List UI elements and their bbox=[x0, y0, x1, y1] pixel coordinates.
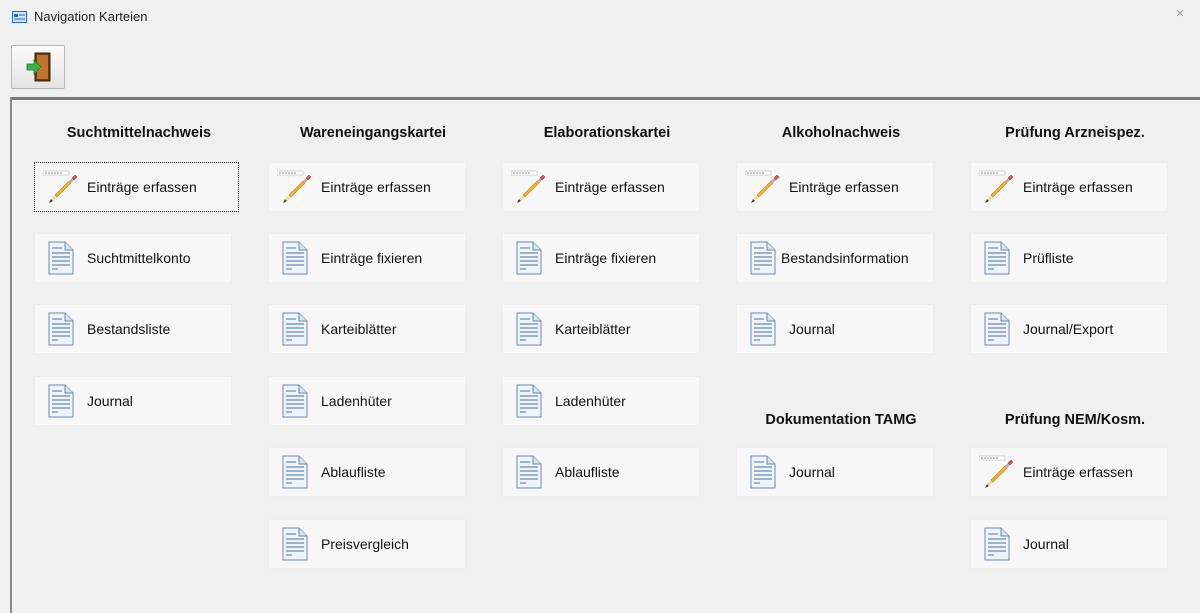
suchtmittel-eintraege-erfassen-button[interactable]: Einträge erfassen bbox=[34, 162, 239, 212]
alkohol-eintraege-erfassen-button[interactable]: Einträge erfassen bbox=[736, 162, 934, 212]
item-label: Einträge erfassen bbox=[789, 179, 899, 195]
item-label: Preisvergleich bbox=[321, 536, 409, 552]
suchtmittel-bestandsliste-button[interactable]: Bestandsliste bbox=[34, 304, 232, 354]
column-title: Prüfung Arzneispez. bbox=[1005, 125, 1145, 141]
alkohol-bestandsinformation-button[interactable]: Bestandsinformation bbox=[736, 233, 934, 283]
pencil-icon bbox=[979, 454, 1015, 490]
nem-eintraege-erfassen-button[interactable]: Einträge erfassen bbox=[970, 447, 1168, 497]
item-label: Karteiblätter bbox=[555, 321, 631, 337]
window-title: Navigation Karteien bbox=[34, 9, 148, 24]
item-label: Journal bbox=[87, 393, 133, 409]
wareneingang-preisvergleich-button[interactable]: Preisvergleich bbox=[268, 519, 466, 569]
item-label: Ladenhüter bbox=[321, 393, 392, 409]
item-label: Einträge erfassen bbox=[555, 179, 665, 195]
document-icon bbox=[745, 454, 781, 490]
wareneingang-eintraege-erfassen-button[interactable]: Einträge erfassen bbox=[268, 162, 466, 212]
item-label: Journal bbox=[789, 321, 835, 337]
wareneingang-karteiblaetter-button[interactable]: Karteiblätter bbox=[268, 304, 466, 354]
pencil-icon bbox=[511, 169, 547, 205]
item-label: Ablaufliste bbox=[555, 464, 620, 480]
arzneispez-eintraege-erfassen-button[interactable]: Einträge erfassen bbox=[970, 162, 1168, 212]
item-label: Einträge erfassen bbox=[1023, 464, 1133, 480]
item-label: Journal/Export bbox=[1023, 321, 1114, 337]
alkohol-journal-button[interactable]: Journal bbox=[736, 304, 934, 354]
item-label: Journal bbox=[789, 464, 835, 480]
document-icon bbox=[277, 311, 313, 347]
item-label: Einträge fixieren bbox=[555, 250, 657, 266]
document-icon bbox=[745, 240, 781, 276]
document-icon bbox=[511, 311, 547, 347]
item-label: Suchtmittelkonto bbox=[87, 250, 191, 266]
exit-door-icon bbox=[26, 52, 51, 82]
elaboration-ablaufliste-button[interactable]: Ablaufliste bbox=[502, 447, 700, 497]
pencil-icon bbox=[979, 169, 1015, 205]
item-label: Einträge erfassen bbox=[87, 179, 197, 195]
document-icon bbox=[277, 526, 313, 562]
document-icon bbox=[511, 454, 547, 490]
item-label: Prüfliste bbox=[1023, 250, 1074, 266]
item-label: Einträge erfassen bbox=[1023, 179, 1133, 195]
item-label: Bestandsinformation bbox=[781, 250, 909, 266]
item-label: Karteiblätter bbox=[321, 321, 397, 337]
elaboration-eintraege-erfassen-button[interactable]: Einträge erfassen bbox=[502, 162, 700, 212]
arzneispez-pruefliste-button[interactable]: Prüfliste bbox=[970, 233, 1168, 283]
item-label: Bestandsliste bbox=[87, 321, 171, 337]
pencil-icon bbox=[745, 169, 781, 205]
item-label: Einträge fixieren bbox=[321, 250, 423, 266]
exit-button[interactable] bbox=[11, 45, 65, 89]
document-icon bbox=[277, 383, 313, 419]
document-icon bbox=[979, 526, 1015, 562]
wareneingang-ladenhueter-button[interactable]: Ladenhüter bbox=[268, 376, 466, 426]
column-title: Suchtmittelnachweis bbox=[66, 125, 212, 141]
title-bar: Navigation Karteien ✕ bbox=[0, 0, 1200, 30]
tamg-journal-button[interactable]: Journal bbox=[736, 447, 934, 497]
document-icon bbox=[277, 240, 313, 276]
document-icon bbox=[43, 311, 79, 347]
item-label: Journal bbox=[1023, 536, 1069, 552]
window-app-icon bbox=[12, 11, 27, 23]
column-title: Elaborationskartei bbox=[543, 125, 671, 141]
document-icon bbox=[745, 311, 781, 347]
arzneispez-journal-export-button[interactable]: Journal/Export bbox=[970, 304, 1168, 354]
document-icon bbox=[979, 240, 1015, 276]
close-icon[interactable]: ✕ bbox=[1172, 7, 1188, 21]
document-icon bbox=[43, 240, 79, 276]
toolbar bbox=[0, 30, 1200, 96]
document-icon bbox=[277, 454, 313, 490]
document-icon bbox=[979, 311, 1015, 347]
wareneingang-eintraege-fixieren-button[interactable]: Einträge fixieren bbox=[268, 233, 466, 283]
column-title: Wareneingangskartei bbox=[299, 125, 447, 141]
suchtmittel-journal-button[interactable]: Journal bbox=[34, 376, 232, 426]
elaboration-ladenhueter-button[interactable]: Ladenhüter bbox=[502, 376, 700, 426]
nem-journal-button[interactable]: Journal bbox=[970, 519, 1168, 569]
item-label: Ladenhüter bbox=[555, 393, 626, 409]
suchtmittel-suchtmittelkonto-button[interactable]: Suchtmittelkonto bbox=[34, 233, 232, 283]
pencil-icon bbox=[277, 169, 313, 205]
item-label: Ablaufliste bbox=[321, 464, 386, 480]
document-icon bbox=[511, 383, 547, 419]
pencil-icon bbox=[43, 169, 79, 205]
column-subtitle: Dokumentation TAMG bbox=[765, 412, 917, 428]
document-icon bbox=[43, 383, 79, 419]
wareneingang-ablaufliste-button[interactable]: Ablaufliste bbox=[268, 447, 466, 497]
document-icon bbox=[511, 240, 547, 276]
column-subtitle: Prüfung NEM/Kosm. bbox=[1004, 412, 1146, 428]
navigation-panel: Suchtmittelnachweis Einträge erfassen Su… bbox=[12, 100, 1200, 613]
column-title: Alkoholnachweis bbox=[781, 125, 901, 141]
item-label: Einträge erfassen bbox=[321, 179, 431, 195]
elaboration-karteiblaetter-button[interactable]: Karteiblätter bbox=[502, 304, 700, 354]
elaboration-eintraege-fixieren-button[interactable]: Einträge fixieren bbox=[502, 233, 700, 283]
